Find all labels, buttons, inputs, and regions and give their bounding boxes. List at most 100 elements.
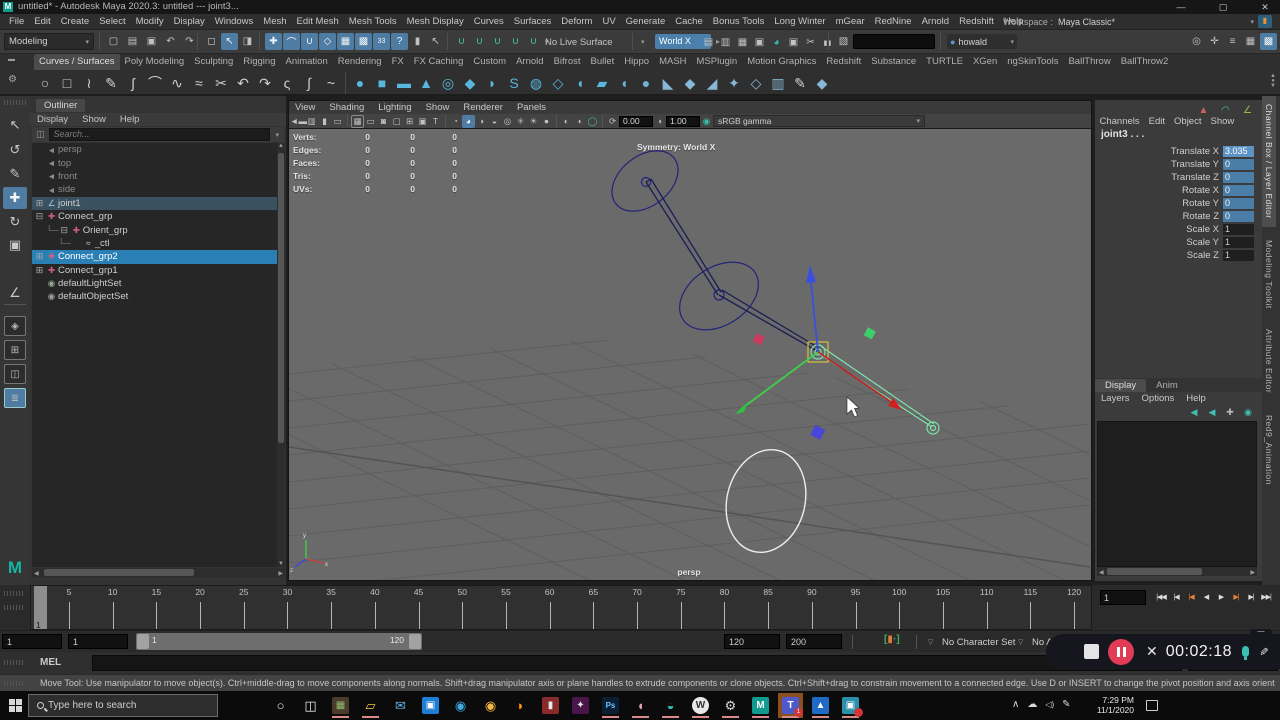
taskbar-search[interactable]: Type here to search	[28, 694, 218, 717]
bookmark-icon[interactable]: ▮	[318, 115, 331, 128]
xray-icon[interactable]: ◖	[573, 115, 586, 128]
channel-value-field[interactable]: 0	[1223, 198, 1254, 209]
animation-start-field[interactable]: 1	[2, 634, 62, 649]
chevron-down-icon[interactable]: ▾	[641, 38, 645, 46]
tab-anim[interactable]: Anim	[1146, 379, 1188, 392]
layer-menu-help[interactable]: Help	[1180, 393, 1212, 404]
offset-curve-icon[interactable]: ς	[276, 71, 298, 95]
layer-new-empty-icon[interactable]: ✚	[1223, 406, 1237, 418]
lasso-select-tool-icon[interactable]: ↺	[3, 139, 27, 161]
light-editor-icon[interactable]: ▣	[785, 34, 802, 51]
play-forwards-button[interactable]: ▶	[1214, 588, 1228, 606]
channel-menu-channels[interactable]: Channels	[1095, 116, 1144, 127]
wireframe-mode-icon[interactable]: ◔	[449, 115, 462, 128]
isolate-select-icon[interactable]: ◐	[560, 115, 573, 128]
rotate-tool-icon[interactable]: ↻	[3, 211, 27, 233]
poly-plane-icon[interactable]: ◆	[459, 71, 481, 95]
file-explorer-icon[interactable]: ▱	[358, 693, 383, 718]
cv-curve-icon[interactable]: ≀	[78, 71, 100, 95]
step-back-frame-button[interactable]: |◀	[1169, 588, 1183, 606]
menu-mesh-tools[interactable]: Mesh Tools	[344, 14, 402, 30]
outliner-item-defaultobjectset[interactable]: ◉ defaultObjectSet	[32, 290, 277, 303]
channel-row-rotate-z[interactable]: Rotate Z 0	[1095, 210, 1262, 223]
curve-wave-icon[interactable]: ∿	[166, 71, 188, 95]
menu-bonus-tools[interactable]: Bonus Tools	[708, 14, 770, 30]
settings-icon[interactable]: ⚙	[718, 693, 743, 718]
gamma-icon[interactable]: ◑	[653, 115, 666, 128]
go-to-end-button[interactable]: ▶▶|	[1259, 588, 1273, 606]
undo-icon[interactable]: ↶	[162, 33, 179, 50]
microphone-icon[interactable]	[1242, 646, 1250, 660]
chevron-down-icon[interactable]: ▽	[928, 638, 933, 646]
menu-mesh[interactable]: Mesh	[258, 14, 291, 30]
sculpt-tool-icon[interactable]: ◖	[613, 71, 635, 95]
multi-cut-icon[interactable]: ◆	[679, 71, 701, 95]
shelf-tab-fx[interactable]: FX	[387, 54, 409, 70]
paint3d-icon[interactable]: ◖	[628, 693, 653, 718]
textured-mode-icon[interactable]: ◑	[475, 115, 488, 128]
shelf-tab-motion-graphics[interactable]: Motion Graphics	[742, 54, 821, 70]
shelf-gear-icon[interactable]: ⚙	[8, 74, 17, 85]
shelf-tab-poly-modeling[interactable]: Poly Modeling	[120, 54, 190, 70]
select-component-icon[interactable]: ◨	[239, 33, 256, 50]
minecraft-icon[interactable]: ▦	[328, 693, 353, 718]
obs-icon[interactable]: ▮	[538, 693, 563, 718]
animation-start-inner-field[interactable]: 1	[68, 634, 128, 649]
extend-curve-icon[interactable]: ↷	[254, 71, 276, 95]
shelf-tab-animation[interactable]: Animation	[280, 54, 332, 70]
pencil-curve-icon[interactable]: ʃ	[122, 71, 144, 95]
menu-create[interactable]: Create	[56, 14, 95, 30]
ipr-render-icon[interactable]: ▦	[734, 34, 751, 51]
menu-arnold[interactable]: Arnold	[917, 14, 954, 30]
expand-toggle-icon[interactable]: ⊞	[34, 198, 45, 209]
bevel-icon[interactable]: ◇	[745, 71, 767, 95]
lock-icon[interactable]: ▮	[409, 33, 426, 50]
exposure-field[interactable]: 0.00	[619, 115, 653, 127]
show-manipulator-icon[interactable]: ◎	[1188, 33, 1205, 50]
snap-magnet-point-icon[interactable]: ∪	[489, 33, 506, 50]
outliner-tab[interactable]: Outliner	[36, 99, 86, 112]
poly-cone-icon[interactable]: ▲	[415, 71, 437, 95]
channel-row-translate-z[interactable]: Translate Z 0	[1095, 171, 1262, 184]
menu-edit-mesh[interactable]: Edit Mesh	[292, 14, 344, 30]
shelf-tab-mash[interactable]: MASH	[654, 54, 691, 70]
mirror-icon[interactable]: ◆	[811, 71, 833, 95]
layout-single-pane-button[interactable]: ◈	[4, 316, 26, 336]
cortana-icon[interactable]: ○	[268, 693, 293, 718]
outliner-item-persp[interactable]: ◄ persp	[32, 143, 277, 156]
poly-disc-icon[interactable]: ◗	[481, 71, 503, 95]
side-tab-modeling-toolkit[interactable]: Modeling Toolkit	[1262, 232, 1276, 317]
command-input[interactable]	[92, 655, 1182, 671]
ambient-occlusion-icon[interactable]: ✳	[514, 115, 527, 128]
wacom-icon[interactable]: W	[688, 693, 713, 718]
layout-two-pane-button[interactable]: ◫	[4, 364, 26, 384]
task-view-icon[interactable]: ◫	[298, 693, 323, 718]
shelf-tab-custom[interactable]: Custom	[468, 54, 511, 70]
smooth-curve-icon[interactable]: ~	[320, 71, 342, 95]
viewport-menu-view[interactable]: View	[289, 102, 323, 113]
outliner-item-front[interactable]: ◄ front	[32, 170, 277, 183]
shelf-tab-curves-surfaces[interactable]: Curves / Surfaces	[34, 54, 120, 70]
channel-row-translate-y[interactable]: Translate Y 0	[1095, 158, 1262, 171]
field-chart-icon[interactable]: ⊞	[403, 115, 416, 128]
shelf-tab-hippo[interactable]: Hippo	[619, 54, 654, 70]
step-back-key-button[interactable]: |◀	[1184, 588, 1198, 606]
outliner-menu-display[interactable]: Display	[30, 114, 75, 125]
channel-menu-edit[interactable]: Edit	[1144, 116, 1169, 127]
snap-plane-icon[interactable]: ◇	[319, 33, 336, 50]
ep-curve-icon[interactable]: ✎	[100, 71, 122, 95]
poly-cube-icon[interactable]: ■	[371, 71, 393, 95]
diagonal-icon[interactable]: ◢	[701, 71, 723, 95]
shelf-tab-msplugin[interactable]: MSPlugin	[692, 54, 743, 70]
safe-title-icon[interactable]: T	[429, 115, 442, 128]
layer-editor-scrollbar[interactable]: ◀ ▶	[1097, 567, 1257, 576]
layer-prev-icon[interactable]: ◀	[1187, 406, 1201, 418]
viewport-menu-renderer[interactable]: Renderer	[457, 102, 511, 113]
layer-menu-options[interactable]: Options	[1136, 393, 1181, 404]
shelf-tab-rigging[interactable]: Rigging	[238, 54, 280, 70]
menu-deform[interactable]: Deform	[556, 14, 597, 30]
exposure-icon[interactable]: ⟳	[606, 115, 619, 128]
channel-row-scale-z[interactable]: Scale Z 1	[1095, 249, 1262, 262]
play-backwards-button[interactable]: ◀	[1199, 588, 1213, 606]
redo-icon[interactable]: ↷	[181, 33, 198, 50]
